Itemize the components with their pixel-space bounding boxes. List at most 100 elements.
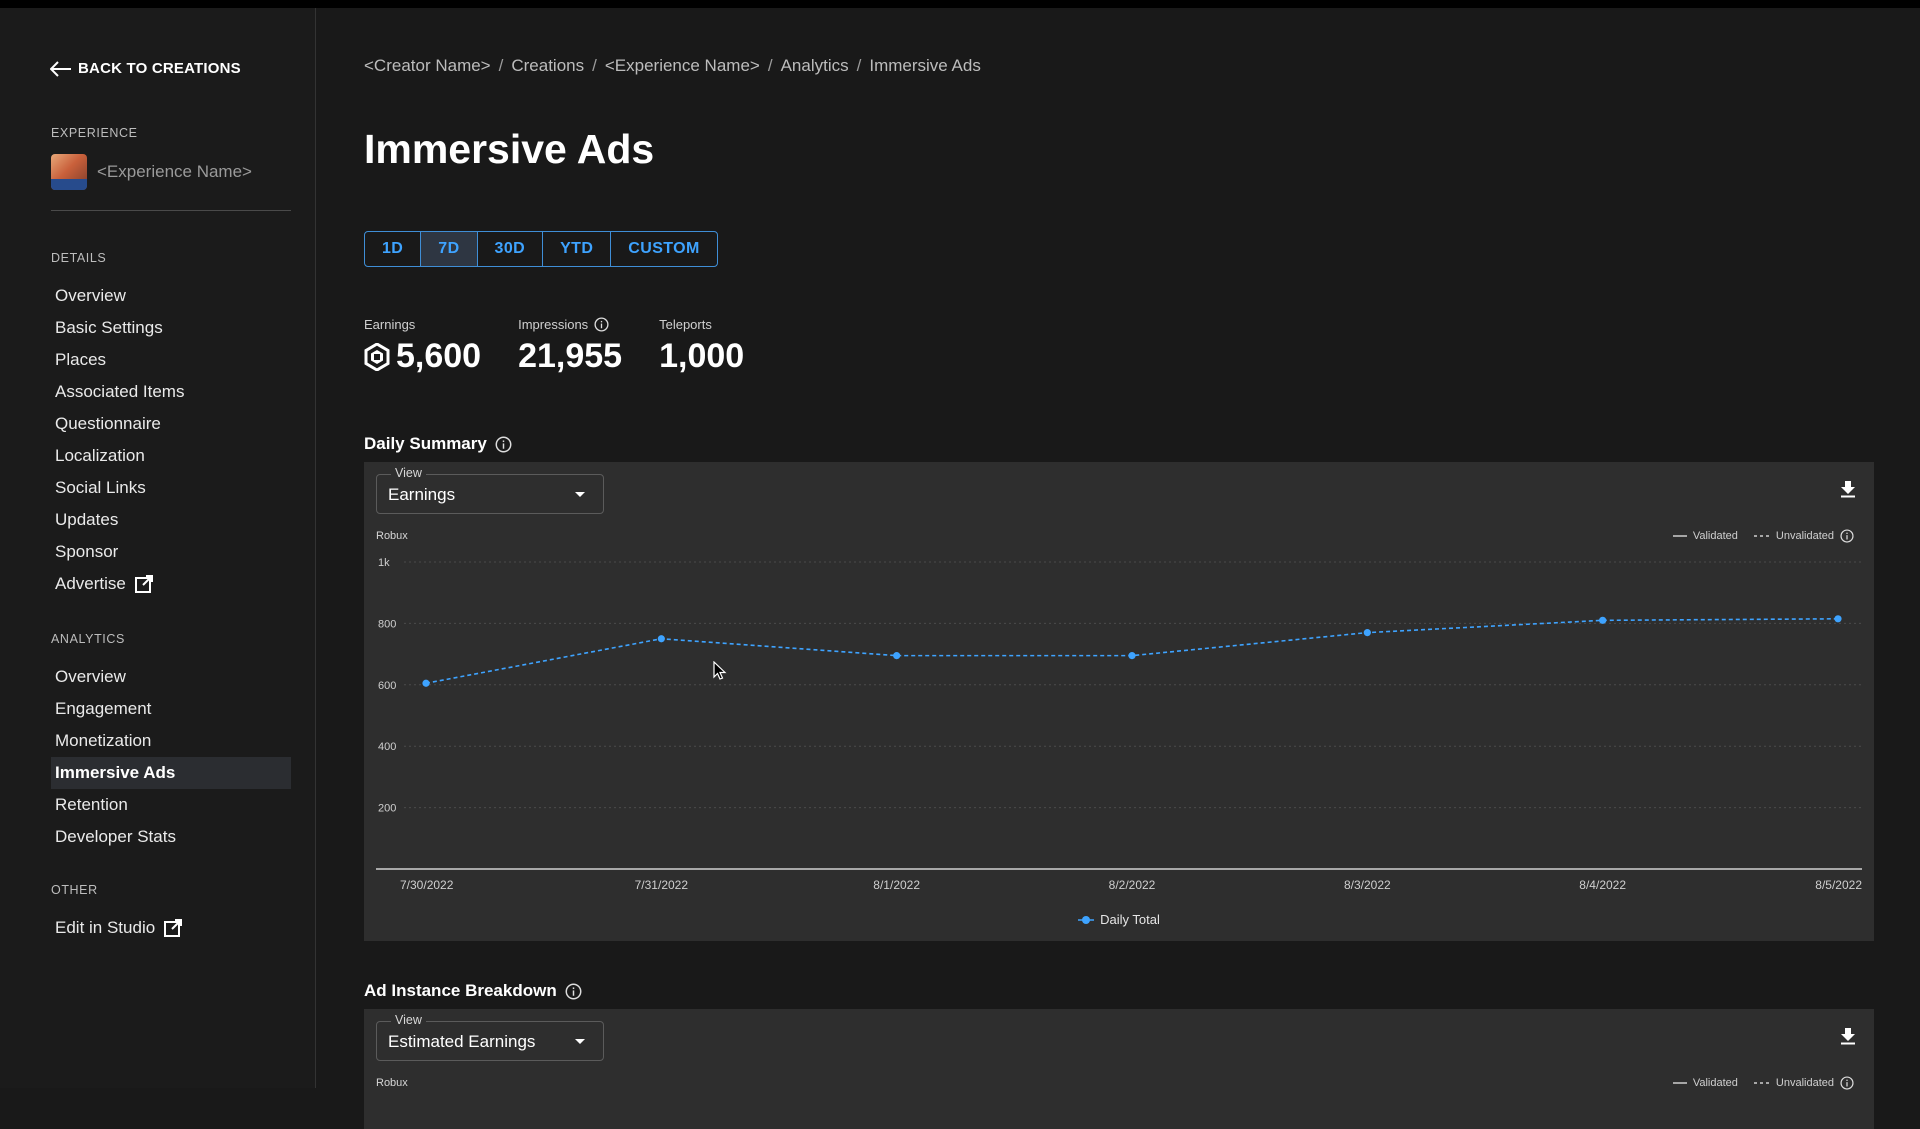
ad-breakdown-title-row: Ad Instance Breakdown [364,981,582,1001]
nav-label: Localization [55,446,145,465]
sidebar-item-monetization[interactable]: Monetization [51,725,291,757]
breakdown-view-select[interactable]: View Estimated Earnings [376,1013,604,1061]
sidebar-item-updates[interactable]: Updates [51,504,291,536]
x-tick-label: 7/31/2022 [635,878,689,892]
analytics-section-label: ANALYTICS [51,632,125,646]
main-content: <Creator Name> / Creations / <Experience Nam… [364,0,1920,1129]
nav-label: Advertise [55,574,126,593]
breadcrumb-separator: / [856,56,862,75]
sidebar-item-associated-items[interactable]: Associated Items [51,376,291,408]
nav-label: Questionnaire [55,414,161,433]
sidebar-item-advertise[interactable]: Advertise [51,568,291,600]
download-icon[interactable] [1840,1027,1856,1045]
info-icon[interactable] [565,983,582,1000]
nav-label: Immersive Ads [55,763,176,782]
sidebar-item-social-links[interactable]: Social Links [51,472,291,504]
experience-selector[interactable]: <Experience Name> [51,154,252,190]
breadcrumb-current: Immersive Ads [869,56,981,75]
nav-label: Overview [55,286,126,305]
impressions-label: Impressions [518,316,589,332]
sidebar-item-retention[interactable]: Retention [51,789,291,821]
earnings-value-row: 5,600 [364,337,481,376]
stats-row: Earnings 5,600 Impressions 21,955 Telepo… [364,316,744,376]
series-legend[interactable]: Daily Total [364,912,1874,927]
nav-label: Places [55,350,107,369]
chevron-down-icon [575,1039,585,1044]
range-ytd-button[interactable]: YTD [543,232,612,266]
range-7d-button[interactable]: 7D [421,232,478,266]
data-point [422,679,430,687]
sidebar-item-edit-in-studio[interactable]: Edit in Studio [51,912,291,944]
sidebar-item-developer-stats[interactable]: Developer Stats [51,821,291,853]
impressions-label-row: Impressions [518,316,622,332]
experience-name: <Experience Name> [97,162,252,181]
breadcrumb-separator: / [592,56,597,75]
nav-label: Developer Stats [55,827,176,846]
nav-label: Updates [55,510,119,529]
solid-line-swatch [1672,1082,1687,1084]
breadcrumb-experience[interactable]: <Experience Name> [605,56,760,75]
robux-icon [364,342,390,371]
earnings-label: Earnings [364,316,416,332]
nav-label: Engagement [55,699,152,718]
data-point [1599,616,1607,624]
ad-breakdown-title: Ad Instance Breakdown [364,981,557,1000]
x-tick-label: 8/1/2022 [873,878,920,892]
external-link-icon [164,919,183,937]
range-30d-button[interactable]: 30D [478,232,544,266]
breadcrumb: <Creator Name> / Creations / <Experience Nam… [364,56,981,76]
mouse-cursor-icon [713,661,727,680]
y-tick-label: 200 [378,803,396,815]
sidebar-item-basic-settings[interactable]: Basic Settings [51,312,291,344]
teleports-stat: Teleports 1,000 [659,316,744,376]
breadcrumb-creations[interactable]: Creations [511,56,584,75]
nav-label: Edit in Studio [55,918,156,937]
series-line [425,617,1839,685]
arrow-left-icon [50,60,71,77]
data-point [1834,615,1842,623]
daily-summary-title: Daily Summary [364,434,487,453]
nav-label: Retention [55,795,128,814]
ad-breakdown-panel: View Estimated Earnings Robux Validated … [364,1009,1874,1129]
data-point [657,635,665,643]
info-icon[interactable] [594,316,609,332]
unvalidated-label: Unvalidated [1775,1077,1834,1089]
dashed-line-swatch [1753,1082,1770,1084]
sidebar-item-localization[interactable]: Localization [51,440,291,472]
data-point [1363,629,1371,637]
sidebar-item-immersive-ads[interactable]: Immersive Ads [51,757,291,789]
teleports-label: Teleports [659,316,712,332]
other-nav: Edit in Studio [51,912,291,944]
y-tick-label: 800 [378,618,396,630]
breadcrumb-creator[interactable]: <Creator Name> [364,56,491,75]
range-1d-button[interactable]: 1D [365,232,422,266]
sidebar-item-overview[interactable]: Overview [51,280,291,312]
series-legend-label: Daily Total [1100,912,1160,927]
sidebar-item-engagement[interactable]: Engagement [51,693,291,725]
daily-summary-panel: View Earnings Robux Validated Unvalidate… [364,462,1874,941]
sidebar-divider [51,210,291,211]
info-icon[interactable] [495,436,512,453]
impressions-value: 21,955 [518,337,623,375]
sidebar: BACK TO CREATIONS EXPERIENCE <Experience… [0,8,316,1088]
sidebar-item-questionnaire[interactable]: Questionnaire [51,408,291,440]
experience-thumbnail [51,154,87,190]
analytics-nav: Overview Engagement Monetization Immersi… [51,661,291,853]
sidebar-item-analytics-overview[interactable]: Overview [51,661,291,693]
data-point [1128,652,1136,660]
range-custom-button[interactable]: CUSTOM [611,232,716,266]
earnings-stat: Earnings 5,600 [364,316,481,376]
x-tick-label: 8/5/2022 [1815,878,1862,892]
breadcrumb-analytics[interactable]: Analytics [781,56,849,75]
y-tick-label: 1k [378,557,390,569]
sidebar-item-sponsor[interactable]: Sponsor [51,536,291,568]
details-nav: Overview Basic Settings Places Associate… [51,280,291,600]
x-tick-label: 7/30/2022 [400,878,454,892]
details-section-label: DETAILS [51,251,107,265]
breadcrumb-separator: / [498,56,504,75]
sidebar-item-places[interactable]: Places [51,344,291,376]
teleports-value: 1,000 [659,337,745,375]
nav-label: Social Links [55,478,146,497]
back-to-creations-link[interactable]: BACK TO CREATIONS [50,60,241,77]
nav-label: Sponsor [55,542,119,561]
